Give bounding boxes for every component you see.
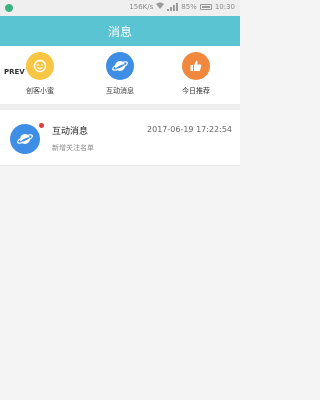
list-item[interactable]: 互动消息 2017-06-19 17:22:54 新增关注名单	[0, 110, 240, 166]
notification-title: 互动消息	[52, 127, 89, 137]
planet-icon	[106, 52, 134, 80]
status-bar: 156K/s 85% 10:30	[0, 0, 240, 16]
thumbs-up-icon	[182, 52, 210, 80]
network-speed: 156K/s	[129, 2, 154, 11]
shortcut-panel: PREV 创客小蜜 互动消息 今日推荐	[0, 46, 240, 104]
app-notification-icon	[5, 4, 13, 12]
planet-icon	[10, 124, 40, 154]
battery-icon	[199, 3, 212, 10]
clock: 10:30	[214, 2, 235, 11]
empty-content-area	[0, 166, 240, 400]
notification-subtitle: 新增关注名单	[52, 144, 94, 152]
shortcut-chuangke-xiaomi[interactable]: 创客小蜜	[10, 52, 70, 96]
shortcut-interactive-messages[interactable]: 互动消息	[90, 52, 150, 96]
title-bar: 消息	[0, 16, 240, 46]
battery-percent: 85%	[181, 2, 197, 11]
shortcut-label: 创客小蜜	[26, 87, 54, 95]
face-icon	[26, 52, 54, 80]
shortcut-label: 互动消息	[106, 87, 134, 95]
notification-time: 2017-06-19 17:22:54	[147, 125, 232, 134]
shortcut-label: 今日推荐	[182, 87, 210, 95]
shortcut-today-recommend[interactable]: 今日推荐	[166, 52, 226, 96]
unread-badge	[39, 123, 44, 128]
page-title: 消息	[107, 24, 132, 39]
wifi-icon	[156, 2, 165, 11]
signal-icon	[167, 2, 179, 11]
